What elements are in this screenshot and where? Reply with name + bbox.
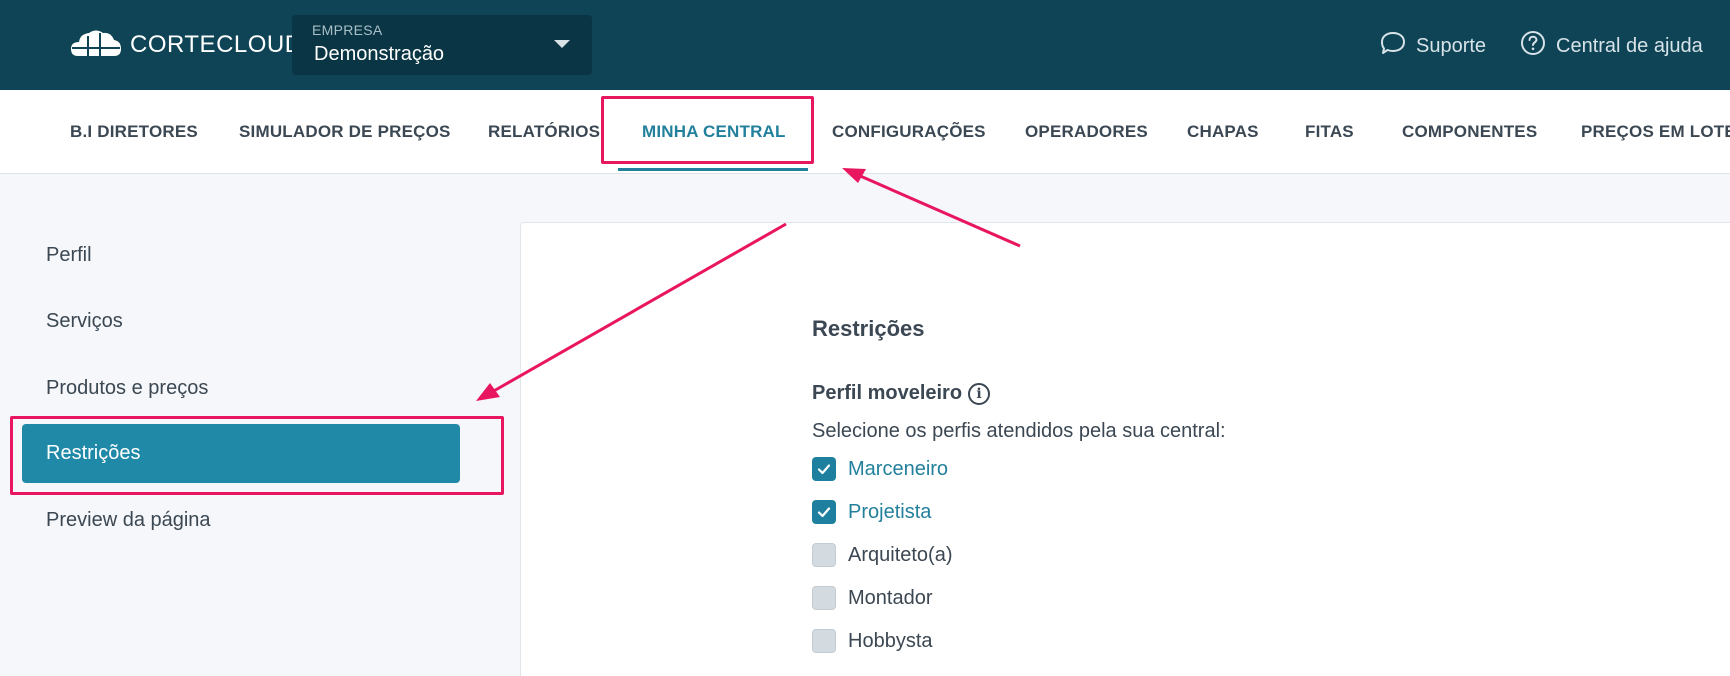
- perfil-moveleiro-label: Perfil moveleiro: [812, 382, 963, 404]
- checkbox-hobbysta[interactable]: Hobbysta: [812, 627, 933, 655]
- sidebar-item-perfil[interactable]: Perfil: [46, 240, 92, 270]
- perfil-moveleiro-heading: Perfil moveleiro i: [812, 382, 991, 405]
- support-label: Suporte: [1416, 34, 1487, 57]
- question-circle-icon: [1520, 30, 1546, 62]
- nav-simulador-de-precos[interactable]: SIMULADOR DE PREÇOS: [239, 90, 451, 174]
- checkbox-checked-icon[interactable]: [812, 500, 836, 524]
- empresa-select[interactable]: EMPRESA Demonstração: [292, 15, 592, 75]
- checkbox-arquiteto[interactable]: Arquiteto(a): [812, 541, 953, 569]
- help-center-label: Central de ajuda: [1556, 34, 1703, 57]
- nav-fitas[interactable]: FITAS: [1305, 90, 1354, 174]
- nav-chapas[interactable]: CHAPAS: [1187, 90, 1259, 174]
- top-bar: CORTECLOUD EMPRESA Demonstração Suporte …: [0, 0, 1730, 90]
- checkbox-unchecked-icon[interactable]: [812, 629, 836, 653]
- nav-componentes[interactable]: COMPONENTES: [1402, 90, 1537, 174]
- checkbox-label: Montador: [848, 586, 933, 609]
- annotation-highlight-nav: [601, 96, 814, 164]
- chevron-down-icon: [554, 40, 570, 48]
- checkbox-label: Arquiteto(a): [848, 543, 953, 566]
- nav-relatorios[interactable]: RELATÓRIOS: [488, 90, 600, 174]
- nav-configuracoes[interactable]: CONFIGURAÇÕES: [832, 90, 986, 174]
- active-tab-indicator: [618, 168, 808, 171]
- checkbox-montador[interactable]: Montador: [812, 584, 933, 612]
- nav-precos-em-lote[interactable]: PREÇOS EM LOTE: [1581, 90, 1730, 174]
- help-center-link[interactable]: Central de ajuda: [1520, 30, 1703, 62]
- checkbox-checked-icon[interactable]: [812, 457, 836, 481]
- sidebar-item-produtos-e-precos[interactable]: Produtos e preços: [46, 373, 208, 403]
- annotation-highlight-sidebar: [10, 416, 504, 495]
- checkbox-unchecked-icon[interactable]: [812, 543, 836, 567]
- support-link[interactable]: Suporte: [1380, 30, 1486, 62]
- empresa-label: EMPRESA: [312, 22, 383, 38]
- checkbox-marceneiro[interactable]: Marceneiro: [812, 455, 948, 483]
- checkbox-label: Projetista: [848, 500, 932, 523]
- checkbox-label: Marceneiro: [848, 457, 949, 480]
- brand-logo[interactable]: CORTECLOUD: [70, 26, 303, 64]
- info-icon[interactable]: i: [968, 382, 991, 405]
- checkbox-unchecked-icon[interactable]: [812, 586, 836, 610]
- checkbox-label: Hobbysta: [848, 629, 933, 652]
- checkbox-projetista[interactable]: Projetista: [812, 498, 931, 526]
- content-panel: [520, 222, 1730, 676]
- cloud-logo-icon: [70, 28, 122, 63]
- nav-bi-diretores[interactable]: B.I DIRETORES: [70, 90, 198, 174]
- chat-bubble-icon: [1380, 31, 1406, 61]
- sidebar-item-preview-da-pagina[interactable]: Preview da página: [46, 505, 211, 535]
- annotation-arrowhead: [476, 383, 500, 401]
- main-nav: B.I DIRETORES SIMULADOR DE PREÇOS RELATÓ…: [0, 90, 1730, 174]
- section-title: Restrições: [812, 316, 925, 341]
- sidebar-item-servicos[interactable]: Serviços: [46, 306, 123, 336]
- empresa-value: Demonstração: [314, 43, 445, 65]
- perfil-instructions: Selecione os perfis atendidos pela sua c…: [812, 420, 1226, 442]
- nav-operadores[interactable]: OPERADORES: [1025, 90, 1148, 174]
- brand-name: CORTECLOUD: [130, 31, 303, 58]
